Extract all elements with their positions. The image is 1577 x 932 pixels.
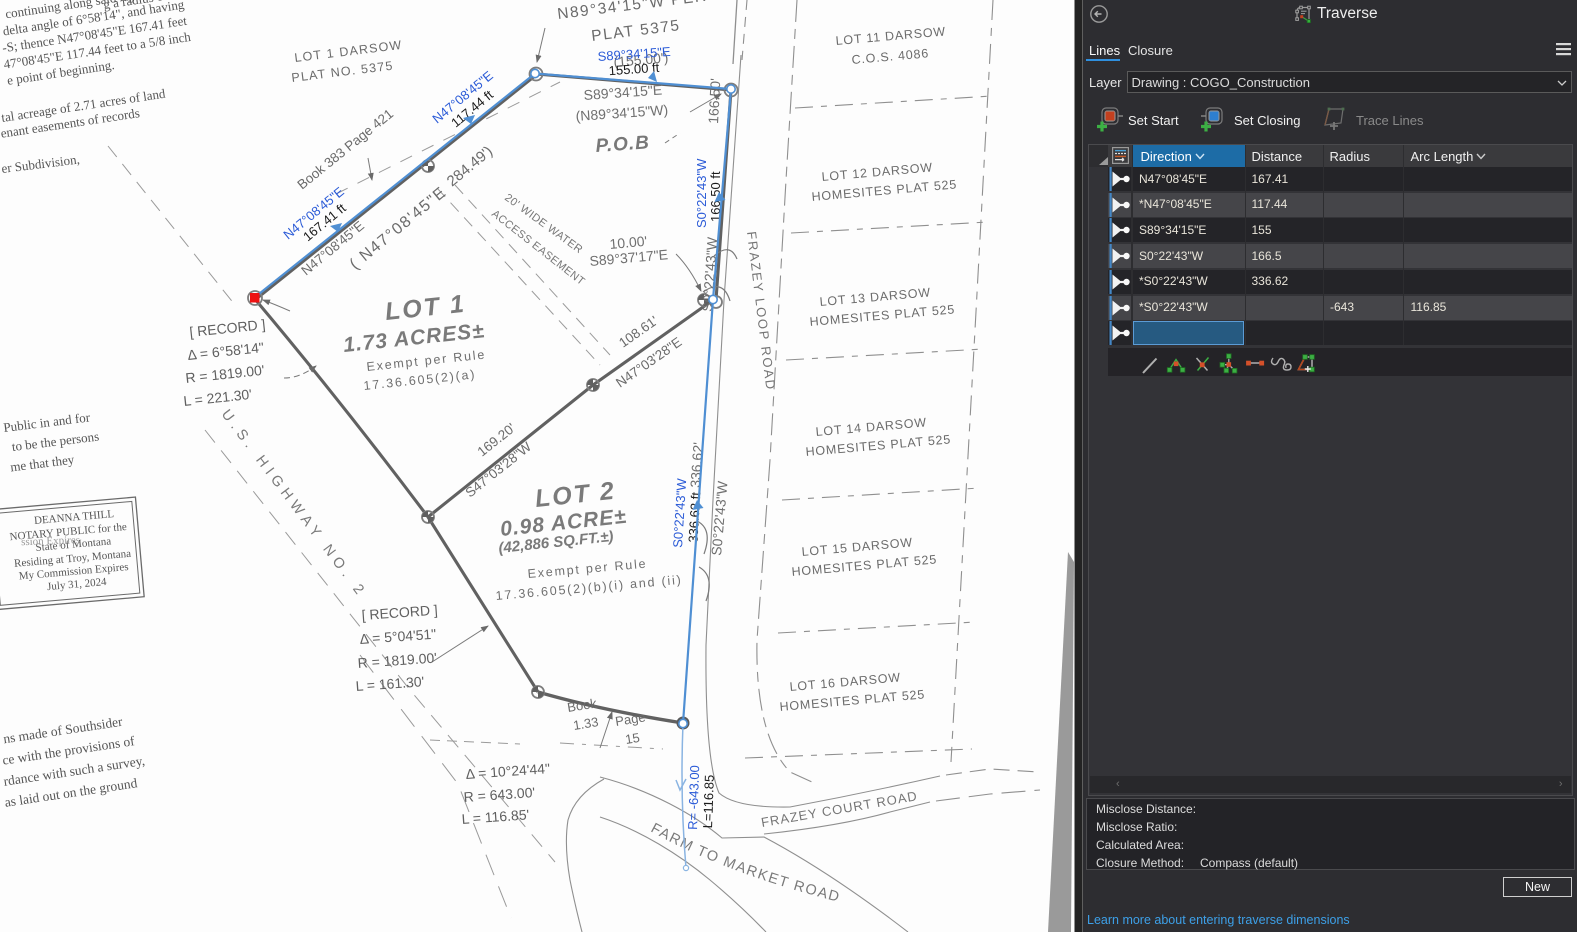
svg-text:S47°03'28"W: S47°03'28"W <box>463 439 535 500</box>
svg-text:108.61': 108.61' <box>616 313 661 350</box>
svg-text:Book 383 Page 421: Book 383 Page 421 <box>294 106 396 192</box>
svg-text:S89°37'17"E: S89°37'17"E <box>589 246 669 269</box>
svg-text:LOT 1: LOT 1 <box>384 290 467 326</box>
svg-text:L = 116.85': L = 116.85' <box>461 806 530 827</box>
svg-text:Δ = 10°24'44": Δ = 10°24'44" <box>465 760 550 782</box>
svg-text:R = 1819.00': R = 1819.00' <box>357 649 437 670</box>
svg-text:336.62 ft: 336.62 ft <box>685 491 703 543</box>
svg-text:Δ = 5°04'51": Δ = 5°04'51" <box>359 626 437 647</box>
svg-text:166.50': 166.50' <box>705 78 723 124</box>
svg-text:[ RECORD ]: [ RECORD ] <box>189 316 266 340</box>
svg-text:Book: Book <box>566 695 598 715</box>
svg-text:Δ = 6°58'14": Δ = 6°58'14" <box>187 339 265 363</box>
svg-text:[ RECORD ]: [ RECORD ] <box>361 602 438 623</box>
svg-text:15: 15 <box>624 730 641 747</box>
svg-text:17.36.605(2)(b)(i) and (ii): 17.36.605(2)(b)(i) and (ii) <box>495 573 683 603</box>
svg-text:ssion Expires: ssion Expires <box>21 534 80 548</box>
svg-text:S0°22'43"W: S0°22'43"W <box>694 158 709 228</box>
svg-text:FRAZEY LOOP ROAD: FRAZEY LOOP ROAD <box>744 231 778 392</box>
svg-text:L = 161.30': L = 161.30' <box>355 673 425 694</box>
svg-text:S89°34'15"E: S89°34'15"E <box>583 82 663 103</box>
svg-text:me that they: me that they <box>9 452 75 475</box>
svg-text:PLAT 5375: PLAT 5375 <box>590 17 681 45</box>
svg-text:N89°34'15"W PER: N89°34'15"W PER <box>556 0 708 23</box>
svg-text:284.49'): 284.49') <box>444 143 496 190</box>
svg-text:R = 1819.00': R = 1819.00' <box>185 362 266 386</box>
svg-text:P.O.B: P.O.B <box>595 132 651 157</box>
svg-text:FARM TO MARKET ROAD: FARM TO MARKET ROAD <box>648 820 842 905</box>
svg-text:(N89°34'15"W): (N89°34'15"W) <box>575 102 668 124</box>
svg-text:L=116.85: L=116.85 <box>700 775 717 829</box>
svg-text:er Subdivision,: er Subdivision, <box>1 151 81 175</box>
svg-text:LOT 11 DARSOW: LOT 11 DARSOW <box>835 24 946 48</box>
svg-text:U.S. HIGHWAY NO. 2: U.S. HIGHWAY NO. 2 <box>218 407 370 602</box>
svg-text:C.O.S. 4086: C.O.S. 4086 <box>851 46 930 67</box>
svg-text:S0°22'43"W: S0°22'43"W <box>708 480 731 557</box>
svg-text:R = 643.00': R = 643.00' <box>463 784 536 805</box>
svg-text:1.33: 1.33 <box>572 714 599 733</box>
svg-text:L = 221.30': L = 221.30' <box>183 386 253 409</box>
